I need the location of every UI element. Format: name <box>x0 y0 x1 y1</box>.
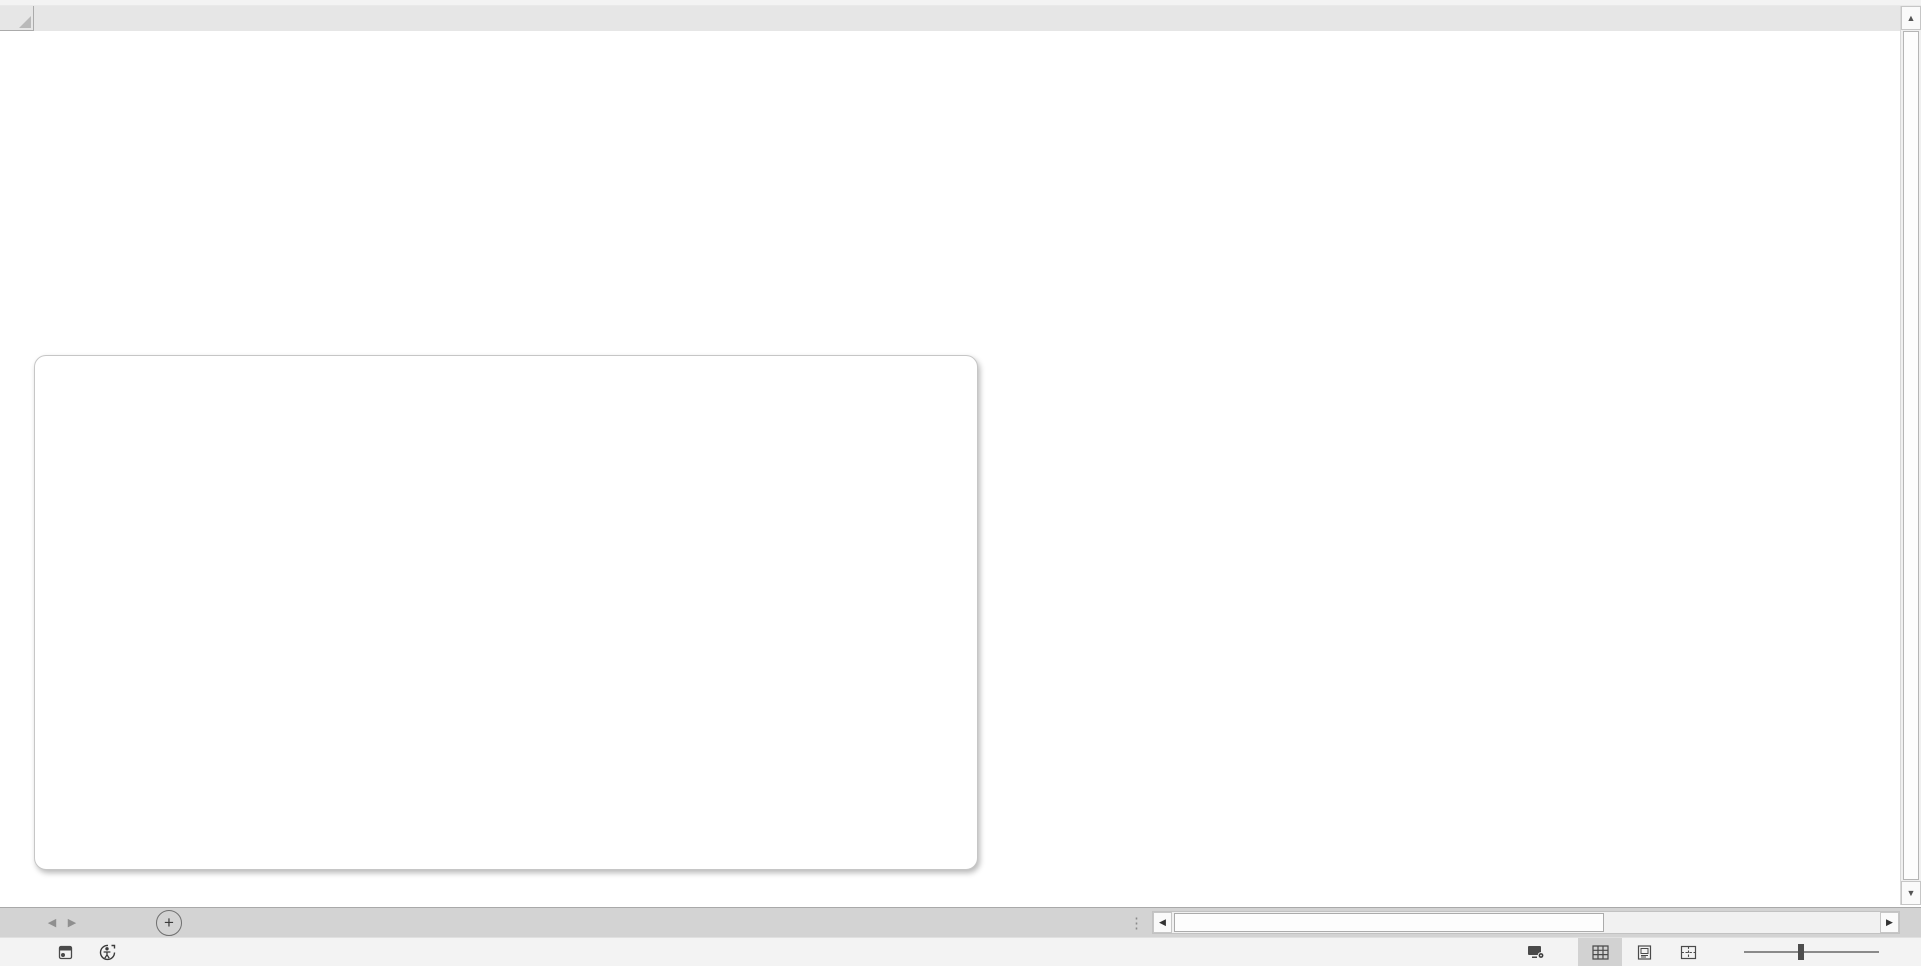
tab-nav-right-icon[interactable]: ▶ <box>62 908 82 937</box>
display-settings-icon <box>1528 945 1545 959</box>
vertical-scrollbar[interactable]: ▲ ▼ <box>1900 6 1921 905</box>
column-headers <box>0 6 1900 31</box>
scroll-up-arrow-icon[interactable]: ▲ <box>1901 6 1921 30</box>
scrollbar-resize-grip[interactable]: ⋮ <box>1129 908 1144 937</box>
page-break-preview-icon <box>1680 945 1696 959</box>
horizontal-scrollbar-thumb[interactable] <box>1174 913 1604 932</box>
sheet-tab-strip: ◀ ▶ + ⋮ ◀ ▶ <box>0 907 1921 937</box>
normal-view-icon <box>1591 944 1609 960</box>
new-sheet-button[interactable]: + <box>156 909 182 936</box>
vertical-scrollbar-thumb[interactable] <box>1903 31 1919 880</box>
status-bar-right <box>1527 937 1921 966</box>
normal-view-button[interactable] <box>1578 937 1622 966</box>
page-layout-view-button[interactable] <box>1622 938 1666 966</box>
scroll-left-arrow-icon[interactable]: ◀ <box>1153 912 1172 933</box>
zoom-slider-thumb[interactable] <box>1798 944 1804 960</box>
horizontal-scrollbar-track[interactable] <box>1172 912 1880 933</box>
excel-window: ▲ ▼ ◀ ▶ + ⋮ ◀ ▶ <box>0 0 1921 966</box>
select-all-corner[interactable] <box>0 6 34 31</box>
macro-record-icon[interactable] <box>58 945 73 960</box>
page-break-preview-button[interactable] <box>1666 938 1710 966</box>
accessibility-checker-icon[interactable] <box>99 944 116 961</box>
scroll-right-arrow-icon[interactable]: ▶ <box>1880 912 1899 933</box>
horizontal-scrollbar[interactable]: ◀ ▶ <box>1152 911 1900 934</box>
spreadsheet-grid: ▲ ▼ <box>0 0 1921 905</box>
status-bar <box>0 937 1921 966</box>
page-layout-view-icon <box>1637 944 1651 960</box>
display-settings-button[interactable] <box>1527 945 1552 960</box>
zoom-slider[interactable] <box>1744 944 1879 960</box>
scroll-down-arrow-icon[interactable]: ▼ <box>1901 881 1921 905</box>
tab-nav-left-icon[interactable]: ◀ <box>42 908 62 937</box>
embedded-chart[interactable] <box>34 355 978 870</box>
